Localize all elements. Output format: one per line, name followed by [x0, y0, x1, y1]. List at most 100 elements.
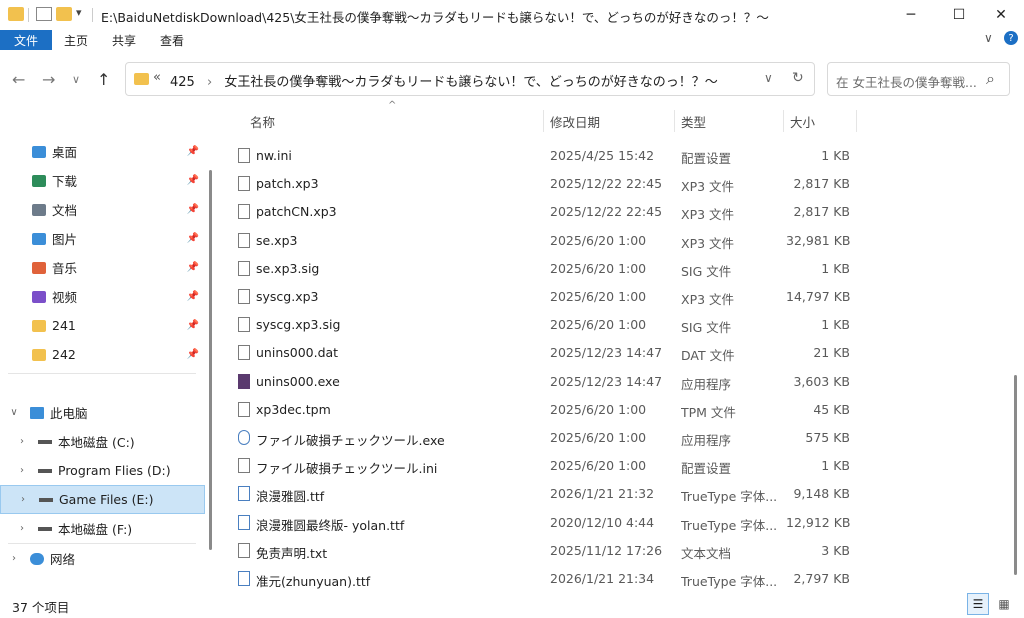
- file-icon: [238, 317, 250, 333]
- file-row[interactable]: se.xp3.sig 2025/6/20 1:00 SIG 文件 1 KB: [232, 255, 852, 283]
- file-date: 2025/12/22 22:45: [550, 176, 663, 192]
- chevron-right-icon[interactable]: ›: [16, 436, 28, 447]
- address-overflow-button[interactable]: «: [153, 70, 161, 85]
- minimize-button[interactable]: ─: [888, 0, 934, 30]
- file-row[interactable]: syscg.xp3.sig 2025/6/20 1:00 SIG 文件 1 KB: [232, 311, 852, 339]
- column-header-type[interactable]: 类型: [681, 112, 706, 131]
- tiles-view-button[interactable]: ▦: [993, 593, 1015, 615]
- file-row[interactable]: 准元(zhunyuan).ttf 2026/1/21 21:34 TrueType …: [232, 565, 852, 593]
- chevron-right-icon[interactable]: ›: [16, 465, 28, 476]
- file-row[interactable]: ファイル破損チェックツール.ini 2025/6/20 1:00 配置设置 1 KB: [232, 452, 852, 480]
- chevron-right-icon[interactable]: ›: [17, 494, 29, 505]
- tab-share[interactable]: 共享: [112, 32, 136, 49]
- sidebar-item-this-pc[interactable]: ∨ 此电脑: [0, 398, 205, 427]
- column-divider[interactable]: [543, 110, 544, 132]
- sidebar-item-quick[interactable]: 241 📌: [0, 311, 205, 340]
- help-icon[interactable]: ?: [1004, 31, 1018, 45]
- sidebar-item-quick[interactable]: 桌面 📌: [0, 137, 205, 166]
- sidebar-item-quick[interactable]: 文档 📌: [0, 195, 205, 224]
- pin-icon[interactable]: 📌: [187, 204, 199, 215]
- forward-button[interactable]: →: [42, 70, 55, 89]
- close-button[interactable]: ✕: [978, 0, 1024, 30]
- file-name: syscg.xp3: [256, 289, 319, 304]
- pin-icon[interactable]: 📌: [187, 349, 199, 360]
- file-row[interactable]: unins000.exe 2025/12/23 14:47 应用程序 3,603 KB: [232, 368, 852, 396]
- chevron-right-icon[interactable]: ›: [16, 523, 28, 534]
- sidebar-item-quick[interactable]: 视频 📌: [0, 282, 205, 311]
- search-input[interactable]: 在 女王社長の僕争奪戦...: [836, 72, 977, 91]
- new-folder-icon[interactable]: [56, 7, 72, 21]
- tab-home[interactable]: 主页: [64, 32, 88, 49]
- file-row[interactable]: se.xp3 2025/6/20 1:00 XP3 文件 32,981 KB: [232, 227, 852, 255]
- maximize-button[interactable]: ☐: [936, 0, 982, 30]
- file-row[interactable]: patch.xp3 2025/12/22 22:45 XP3 文件 2,817 KB: [232, 170, 852, 198]
- quick-access-dropdown-icon[interactable]: ▾: [76, 6, 82, 19]
- sidebar-item-drive[interactable]: › Program Flies (D:): [0, 456, 205, 485]
- file-type: DAT 文件: [681, 348, 735, 364]
- details-view-button[interactable]: ☰: [967, 593, 989, 615]
- folder-icon: [32, 348, 46, 361]
- file-size: 45 KB: [813, 401, 850, 417]
- column-header-size[interactable]: 大小: [790, 112, 815, 131]
- file-row[interactable]: nw.ini 2025/4/25 15:42 配置设置 1 KB: [232, 142, 852, 170]
- refresh-icon[interactable]: ↻: [792, 70, 804, 86]
- file-date: 2025/6/20 1:00: [550, 401, 647, 417]
- pin-icon[interactable]: 📌: [187, 262, 199, 273]
- file-date: 2025/12/22 22:45: [550, 204, 663, 220]
- tab-file[interactable]: 文件: [0, 30, 52, 50]
- column-divider[interactable]: [674, 110, 675, 132]
- ribbon-collapse-icon[interactable]: ∨: [984, 31, 993, 45]
- column-header-date[interactable]: 修改日期: [550, 112, 600, 131]
- file-size: 2,817 KB: [793, 176, 850, 192]
- file-row[interactable]: patchCN.xp3 2025/12/22 22:45 XP3 文件 2,817 K…: [232, 198, 852, 226]
- sidebar-item-quick[interactable]: 下载 📌: [0, 166, 205, 195]
- file-name: patch.xp3: [256, 176, 319, 192]
- file-name: xp3dec.tpm: [256, 401, 331, 417]
- sidebar-item-network[interactable]: › 网络: [0, 544, 205, 573]
- sidebar-item-quick[interactable]: 音乐 📌: [0, 253, 205, 282]
- file-row[interactable]: 免责声明.txt 2025/11/12 17:26 文本文档 3 KB: [232, 537, 852, 565]
- sidebar-scrollbar[interactable]: [209, 170, 212, 550]
- sidebar-item-label: 视频: [52, 290, 78, 305]
- sidebar-item-drive[interactable]: › Game Files (E:): [0, 485, 205, 514]
- pin-icon[interactable]: 📌: [187, 233, 199, 244]
- address-dropdown-icon[interactable]: ∨: [764, 71, 773, 85]
- sidebar-item-drive[interactable]: › 本地磁盘 (F:): [0, 514, 205, 543]
- file-row[interactable]: unins000.dat 2025/12/23 14:47 DAT 文件 21 KB: [232, 339, 852, 367]
- file-row[interactable]: syscg.xp3 2025/6/20 1:00 XP3 文件 14,797 KB: [232, 283, 852, 311]
- document-icon: [32, 203, 46, 216]
- address-segment-current[interactable]: 女王社長の僕争奪戦～カラダもリードも譲らない！で、どっちのが好きなのっ！？～: [224, 75, 717, 90]
- file-size: 14,797 KB: [786, 289, 851, 304]
- properties-icon[interactable]: [36, 7, 52, 21]
- file-list-scrollbar[interactable]: [1014, 375, 1017, 575]
- file-type: 配置设置: [681, 151, 732, 166]
- sidebar-item-drive[interactable]: › 本地磁盘 (C:): [0, 427, 205, 456]
- sidebar-item-quick[interactable]: 242 📌: [0, 340, 205, 369]
- column-header-name[interactable]: 名称: [250, 112, 275, 131]
- file-row[interactable]: ファイル破損チェックツール.exe 2025/6/20 1:00 应用程序 575 K…: [232, 424, 852, 452]
- file-name: 免责声明.txt: [256, 545, 328, 561]
- column-divider[interactable]: [783, 110, 784, 132]
- network-icon: [30, 552, 44, 565]
- search-icon[interactable]: ⌕: [986, 69, 995, 89]
- file-row[interactable]: 浪漫雅圆最终版- yolan.ttf 2020/12/10 4:44 TrueTyp…: [232, 509, 852, 537]
- recent-locations-button[interactable]: ∨: [72, 73, 80, 86]
- address-bar[interactable]: « 425 › 女王社長の僕争奪戦～カラダもリードも譲らない！で、どっちのが好き…: [125, 62, 815, 96]
- sidebar-item-label: 下载: [52, 174, 78, 189]
- tab-view[interactable]: 查看: [160, 32, 184, 49]
- search-box[interactable]: 在 女王社長の僕争奪戦... ⌕: [827, 62, 1010, 96]
- chevron-right-icon[interactable]: ›: [8, 553, 20, 564]
- file-row[interactable]: xp3dec.tpm 2025/6/20 1:00 TPM 文件 45 KB: [232, 396, 852, 424]
- up-button[interactable]: ↑: [97, 70, 110, 89]
- pin-icon[interactable]: 📌: [187, 291, 199, 302]
- pin-icon[interactable]: 📌: [187, 320, 199, 331]
- chevron-down-icon[interactable]: ∨: [8, 407, 20, 418]
- address-segment-425[interactable]: 425: [170, 75, 195, 90]
- file-row[interactable]: 浪漫雅圆.ttf 2026/1/21 21:32 TrueType 字体... 9,1…: [232, 480, 852, 508]
- back-button[interactable]: ←: [12, 70, 25, 89]
- pin-icon[interactable]: 📌: [187, 146, 199, 157]
- column-divider[interactable]: [856, 110, 857, 132]
- sidebar-item-quick[interactable]: 图片 📌: [0, 224, 205, 253]
- pin-icon[interactable]: 📌: [187, 175, 199, 186]
- item-count: 37 个项目: [12, 600, 70, 615]
